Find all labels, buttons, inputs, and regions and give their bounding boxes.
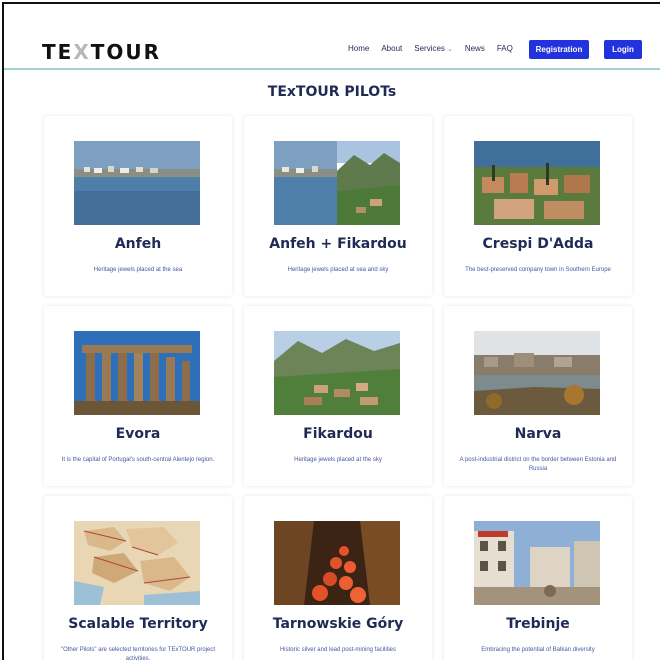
mine-tunnel-image[interactable] (274, 521, 400, 605)
pilot-description: Heritage jewels placed at sea and sky (287, 267, 389, 273)
pilot-card-tarnowskie-gory[interactable]: Tarnowskie Góry Historic silver and lead… (244, 496, 432, 660)
pilot-name[interactable]: Fikardou (244, 426, 432, 442)
seaside-village-image[interactable] (74, 141, 200, 225)
pilot-description: Heritage jewels placed at the sea (93, 267, 183, 273)
company-town-image[interactable] (474, 141, 600, 225)
pilot-description: Heritage jewels placed at the sky (294, 457, 382, 463)
logo-x-mark: X (73, 40, 91, 64)
top-navbar: TEXTOUR Home About Services ⌄ News FAQ Re… (4, 4, 660, 70)
textour-logo[interactable]: TEXTOUR (42, 40, 161, 64)
pilot-name[interactable]: Anfeh + Fikardou (244, 236, 432, 252)
roman-temple-image[interactable] (74, 331, 200, 415)
europe-map-image[interactable] (74, 521, 200, 605)
pilot-description: It is the capital of Portugal's south-ce… (61, 457, 215, 463)
pilot-description: Historic silver and lead post-mining fac… (279, 647, 397, 653)
river-town-image[interactable] (474, 331, 600, 415)
page-title: TExTOUR PILOTs (267, 84, 397, 100)
browser-frame: TEXTOUR Home About Services ⌄ News FAQ Re… (2, 2, 660, 660)
pilot-description: "Other Pilots" are selected territories … (60, 647, 216, 660)
nav-services[interactable]: Services ⌄ (414, 44, 453, 53)
pilot-card-trebinje[interactable]: Trebinje Embracing the potential of Balk… (444, 496, 632, 660)
town-square-image[interactable] (474, 521, 600, 605)
main-nav: Home About Services ⌄ News FAQ (348, 44, 525, 53)
pilot-name[interactable]: Trebinje (444, 616, 632, 632)
registration-button[interactable]: Registration (529, 40, 589, 59)
pilot-name[interactable]: Tarnowskie Góry (244, 616, 432, 632)
pilot-card-anfeh-fikardou[interactable]: Anfeh + Fikardou Heritage jewels placed … (244, 116, 432, 296)
mountain-village-image[interactable] (274, 331, 400, 415)
pilot-card-crespi-dadda[interactable]: Crespi D'Adda The best-preserved company… (444, 116, 632, 296)
pilot-name[interactable]: Scalable Territory (44, 616, 232, 632)
pilot-description: The best-preserved company town in South… (465, 267, 611, 273)
pilot-description: A post-industrial district on the border… (459, 457, 617, 472)
pilot-name[interactable]: Narva (444, 426, 632, 442)
pilot-name[interactable]: Evora (44, 426, 232, 442)
pilot-card-anfeh[interactable]: Anfeh Heritage jewels placed at the sea (44, 116, 232, 296)
nav-about[interactable]: About (381, 44, 402, 53)
nav-home[interactable]: Home (348, 44, 369, 53)
pilot-name[interactable]: Crespi D'Adda (444, 236, 632, 252)
pilot-card-evora[interactable]: Evora It is the capital of Portugal's so… (44, 306, 232, 486)
pilot-description: Embracing the potential of Balkan divers… (481, 647, 595, 653)
pilot-name[interactable]: Anfeh (44, 236, 232, 252)
login-button[interactable]: Login (604, 40, 642, 59)
pilot-card-narva[interactable]: Narva A post-industrial district on the … (444, 306, 632, 486)
pilot-card-scalable-territory[interactable]: Scalable Territory "Other Pilots" are se… (44, 496, 232, 660)
seaside-mountain-village-image[interactable] (274, 141, 400, 225)
chevron-down-icon: ⌄ (446, 46, 453, 53)
pilot-card-fikardou[interactable]: Fikardou Heritage jewels placed at the s… (244, 306, 432, 486)
nav-news[interactable]: News (465, 44, 485, 53)
nav-faq[interactable]: FAQ (497, 44, 513, 53)
